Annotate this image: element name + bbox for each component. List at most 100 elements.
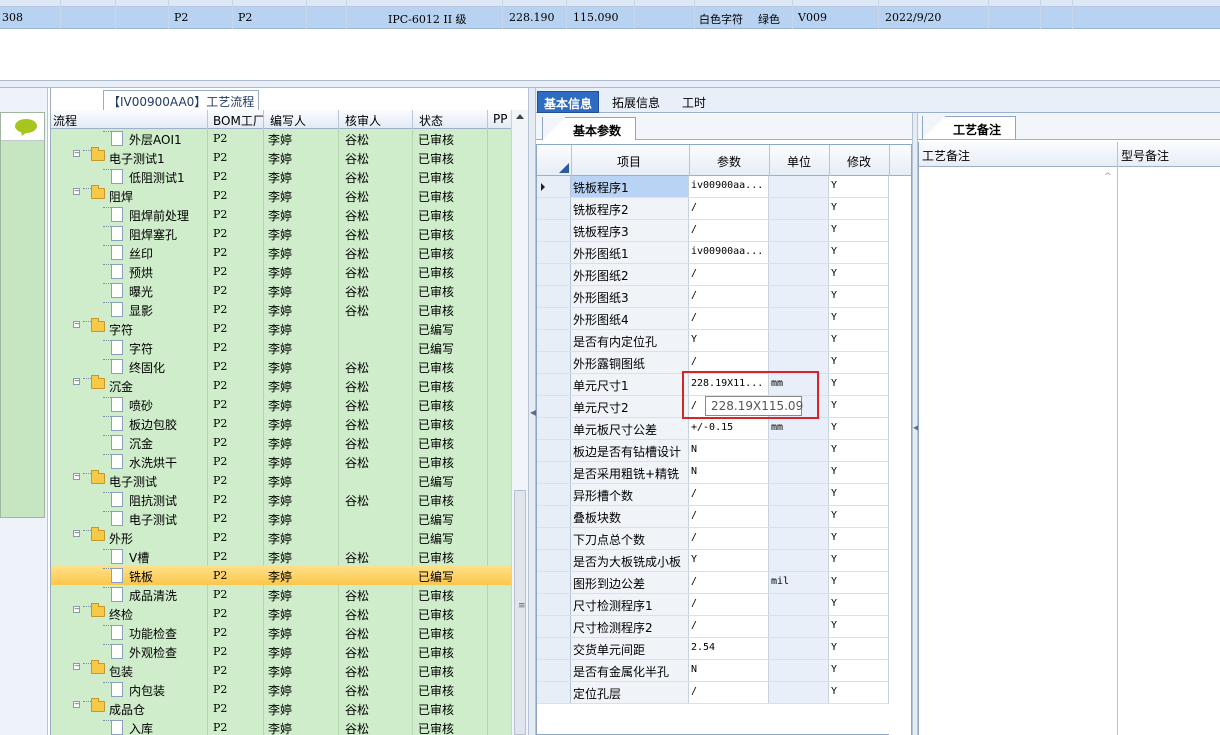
tab-work-hours[interactable]: 工时 (676, 91, 712, 113)
param-unit[interactable] (769, 484, 829, 505)
row-selector[interactable] (537, 462, 571, 483)
param-row[interactable]: 交货单元间距 2.54 Y (537, 638, 911, 660)
tree-row[interactable]: 显影 P2 李婷 谷松 已审核 (51, 300, 511, 319)
tree-row[interactable]: 沉金 P2 李婷 谷松 已审核 (51, 433, 511, 452)
tree-row[interactable]: 终固化 P2 李婷 谷松 已审核 (51, 357, 511, 376)
col-header-pp[interactable]: PP (493, 112, 507, 126)
param-row[interactable]: 外形图纸2/ Y (537, 264, 911, 286)
row-selector[interactable] (537, 220, 571, 241)
vertical-splitter[interactable]: ◀ (528, 88, 536, 735)
collapse-icon[interactable]: − (73, 378, 80, 385)
param-modify[interactable]: Y (829, 616, 889, 637)
row-selector[interactable] (537, 616, 571, 637)
param-value[interactable]: N (689, 462, 769, 483)
param-unit[interactable] (769, 220, 829, 241)
param-value[interactable]: 2.54 (689, 638, 769, 659)
row-selector[interactable] (537, 418, 571, 439)
param-unit[interactable] (769, 440, 829, 461)
scroll-thumb[interactable]: ≡ (514, 490, 526, 735)
param-modify[interactable]: Y (829, 440, 889, 461)
tree-row[interactable]: 曝光 P2 李婷 谷松 已审核 (51, 281, 511, 300)
param-value[interactable]: N (689, 660, 769, 681)
row-selector[interactable] (537, 352, 571, 373)
tab-basic-info[interactable]: 基本信息 (537, 91, 600, 113)
row-selector[interactable] (537, 242, 571, 263)
row-selector[interactable] (537, 660, 571, 681)
param-modify[interactable]: Y (829, 660, 889, 681)
param-value[interactable]: / (689, 682, 769, 703)
row-selector[interactable] (537, 594, 571, 615)
tab-process-notes[interactable]: 工艺备注 (922, 116, 1017, 139)
collapse-icon[interactable]: − (73, 606, 80, 613)
param-row[interactable]: 单元板尺寸公差 +/-0.15 mm Y (537, 418, 911, 440)
tree-row[interactable]: 外层AOI1 P2 李婷 谷松 已审核 (51, 129, 511, 148)
tree-row[interactable]: 内包装 P2 李婷 谷松 已审核 (51, 680, 511, 699)
row-selector[interactable] (537, 330, 571, 351)
comment-bubble-icon[interactable] (15, 119, 37, 133)
tree-row[interactable]: 阻焊前处理 P2 李婷 谷松 已审核 (51, 205, 511, 224)
tree-row[interactable]: − 阻焊 P2 李婷 谷松 已审核 (51, 185, 511, 205)
param-unit[interactable] (769, 616, 829, 637)
row-selector[interactable] (537, 308, 571, 329)
tree-row[interactable]: 字符 P2 李婷 已编写 (51, 338, 511, 357)
tree-row[interactable]: 电子测试 P2 李婷 已编写 (51, 509, 511, 528)
col-header-writer[interactable]: 编写人 (270, 112, 306, 129)
param-row[interactable]: 外形图纸4/ Y (537, 308, 911, 330)
param-row[interactable]: 图形到边公差 / mil Y (537, 572, 911, 594)
param-value[interactable]: / (689, 352, 769, 373)
param-unit[interactable]: mm (769, 418, 829, 439)
row-selector[interactable] (537, 374, 571, 395)
param-row[interactable]: 尺寸检测程序1/ Y (537, 594, 911, 616)
tree-scrollbar[interactable]: ≡ (511, 110, 528, 735)
param-row[interactable]: 铣板程序1 iv00900aa... Y (537, 176, 911, 198)
collapse-icon[interactable]: − (73, 530, 80, 537)
collapse-icon[interactable]: − (73, 663, 80, 670)
param-modify[interactable]: Y (829, 198, 889, 219)
row-selector[interactable] (537, 638, 571, 659)
col-header-status[interactable]: 状态 (419, 112, 443, 129)
tree-row[interactable]: 外观检查 P2 李婷 谷松 已审核 (51, 642, 511, 661)
param-modify[interactable]: Y (829, 242, 889, 263)
order-row[interactable]: 308 P2 P2 IPC-6012 II 级 228.190 115.090 … (0, 7, 1220, 29)
col-header-value[interactable]: 参数 (717, 153, 741, 170)
col-header-modify[interactable]: 修改 (847, 153, 871, 170)
param-row[interactable]: 尺寸检测程序2/ Y (537, 616, 911, 638)
param-modify[interactable]: Y (829, 396, 889, 417)
tab-extended-info[interactable]: 拓展信息 (606, 91, 666, 113)
param-modify[interactable]: Y (829, 506, 889, 527)
col-header-model-notes[interactable]: 型号备注 (1121, 147, 1169, 164)
row-selector[interactable] (537, 682, 571, 703)
col-header-item[interactable]: 项目 (617, 153, 641, 170)
param-unit[interactable] (769, 176, 829, 197)
param-row[interactable]: 是否有内定位孔 Y Y (537, 330, 911, 352)
param-unit[interactable] (769, 264, 829, 285)
param-unit[interactable] (769, 462, 829, 483)
tree-row[interactable]: 喷砂 P2 李婷 谷松 已审核 (51, 395, 511, 414)
param-value[interactable]: / (689, 308, 769, 329)
param-value[interactable]: +/-0.15 (689, 418, 769, 439)
collapse-icon[interactable]: − (73, 188, 80, 195)
param-modify[interactable]: Y (829, 638, 889, 659)
tree-row[interactable]: 丝印 P2 李婷 谷松 已审核 (51, 243, 511, 262)
param-value[interactable]: / (689, 572, 769, 593)
param-value[interactable]: iv00900aa... (689, 242, 769, 263)
col-header-process-notes[interactable]: 工艺备注 (922, 147, 970, 164)
param-unit[interactable] (769, 638, 829, 659)
tree-row[interactable]: 成品清洗 P2 李婷 谷松 已审核 (51, 585, 511, 604)
param-row[interactable]: 铣板程序3/ Y (537, 220, 911, 242)
param-row[interactable]: 定位孔层 / Y (537, 682, 911, 704)
param-modify[interactable]: Y (829, 176, 889, 197)
param-value[interactable]: / (689, 506, 769, 527)
tree-row[interactable]: V槽 P2 李婷 谷松 已审核 (51, 547, 511, 566)
param-modify[interactable]: Y (829, 264, 889, 285)
tree-row[interactable]: 低阻测试1 P2 李婷 谷松 已审核 (51, 167, 511, 186)
collapse-icon[interactable]: − (73, 473, 80, 480)
param-modify[interactable]: Y (829, 352, 889, 373)
param-value[interactable]: Y (689, 550, 769, 571)
row-selector[interactable] (537, 440, 571, 461)
param-unit[interactable] (769, 594, 829, 615)
param-unit[interactable] (769, 660, 829, 681)
row-selector[interactable] (537, 396, 571, 417)
param-modify[interactable]: Y (829, 374, 889, 395)
param-unit[interactable] (769, 506, 829, 527)
